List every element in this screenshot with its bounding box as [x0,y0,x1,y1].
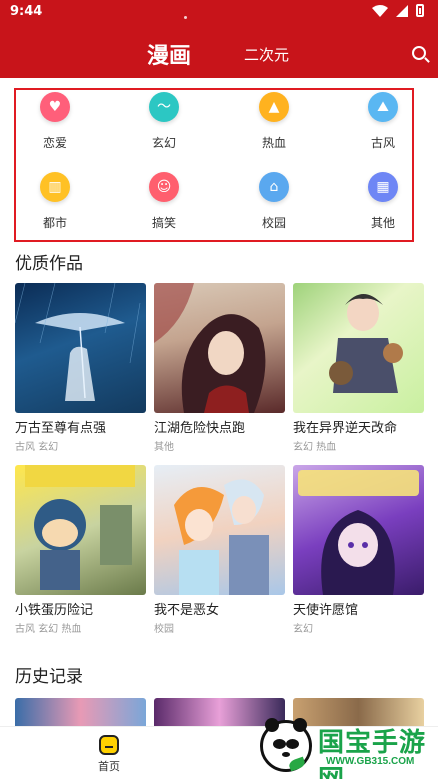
mountain-icon: ⛰ [368,92,398,122]
building-icon: ▥ [40,172,70,202]
category-ancient[interactable]: ⛰ 古风 [343,92,423,158]
history-section-title: 历史记录 [15,667,83,687]
comic-title: 天使许愿馆 [293,603,359,618]
watermark-url: WWW.GB315.COM [326,756,415,767]
search-icon[interactable] [412,46,426,60]
watermark-text: 国宝手游网 [318,727,427,779]
category-label: 其他 [370,216,395,230]
comic-title: 我不是恶女 [154,603,220,618]
flame-icon: ▲ [259,92,289,122]
tab-erciyuan[interactable]: 二次元 [244,44,289,65]
comic-cover [15,465,146,595]
watermark: 国宝手游网 WWW.GB315.COM [256,714,438,779]
heart-icon: ♥ [40,92,70,122]
comic-tags: 古风 玄幻 热血 [15,624,82,635]
comic-tags: 玄幻 热血 [293,442,337,453]
cover-art [154,283,266,413]
comic-title: 万古至尊有点强 [15,421,107,436]
history-item[interactable] [15,698,146,726]
grid-icon: ▦ [368,172,398,202]
tab-manhua[interactable]: 漫画 [147,38,191,70]
cover-art [298,470,419,595]
home-icon[interactable] [99,735,119,755]
category-label: 恋爱 [42,136,67,150]
wifi-icon [372,4,388,17]
comic-card[interactable]: 天使许愿馆 玄幻 [293,465,424,635]
smile-icon: ☺ [149,172,179,202]
status-icons [372,4,424,17]
featured-section-title: 优质作品 [15,254,83,274]
category-action[interactable]: ▲ 热血 [234,92,314,158]
panda-logo-icon [260,718,312,772]
category-label: 都市 [42,216,67,230]
comic-cover [15,283,146,413]
top-app-bar: 9:44 漫画 二次元 [0,0,438,78]
comic-card[interactable]: 万古至尊有点强 古风 玄幻 [15,283,146,453]
battery-icon [416,4,424,17]
category-label: 校园 [261,216,286,230]
comic-tags: 古风 玄幻 [15,442,59,453]
category-fantasy[interactable]: 〜 玄幻 [124,92,204,158]
comic-title: 小铁蛋历险记 [15,603,94,618]
nav-home-label[interactable]: 首页 [98,758,120,774]
signal-icon [396,4,408,17]
category-school[interactable]: ⌂ 校园 [234,172,314,238]
category-label: 搞笑 [151,216,176,230]
category-label: 玄幻 [151,136,176,150]
category-comedy[interactable]: ☺ 搞笑 [124,172,204,238]
comic-title: 我在异界逆天改命 [293,421,398,436]
category-city[interactable]: ▥ 都市 [15,172,95,238]
comic-card[interactable]: 我在异界逆天改命 玄幻 热血 [293,283,424,453]
status-time: 9:44 [10,4,43,19]
comic-card[interactable]: 小铁蛋历险记 古风 玄幻 热血 [15,465,146,635]
school-icon: ⌂ [259,172,289,202]
top-tabs: 漫画 二次元 [0,36,438,72]
category-other[interactable]: ▦ 其他 [343,172,423,238]
comic-cover [293,465,424,595]
status-bar: 9:44 [0,0,438,24]
comic-tags: 玄幻 [293,624,313,635]
comic-cover [154,465,285,595]
comic-cover [154,283,285,413]
status-dot [184,16,187,19]
comic-card[interactable]: 江湖危险快点跑 其他 [154,283,285,453]
comic-tags: 校园 [154,624,174,635]
cover-art [25,465,135,590]
cover-art [329,294,403,393]
swirl-icon: 〜 [149,92,179,122]
comic-cover [293,283,424,413]
category-label: 热血 [261,136,286,150]
comic-title: 江湖危险快点跑 [154,421,246,436]
category-love[interactable]: ♥ 恋爱 [15,92,95,158]
cover-art [174,479,269,595]
comic-tags: 其他 [154,442,174,453]
category-label: 古风 [370,136,395,150]
cover-art [15,283,141,401]
comic-card[interactable]: 我不是恶女 校园 [154,465,285,635]
